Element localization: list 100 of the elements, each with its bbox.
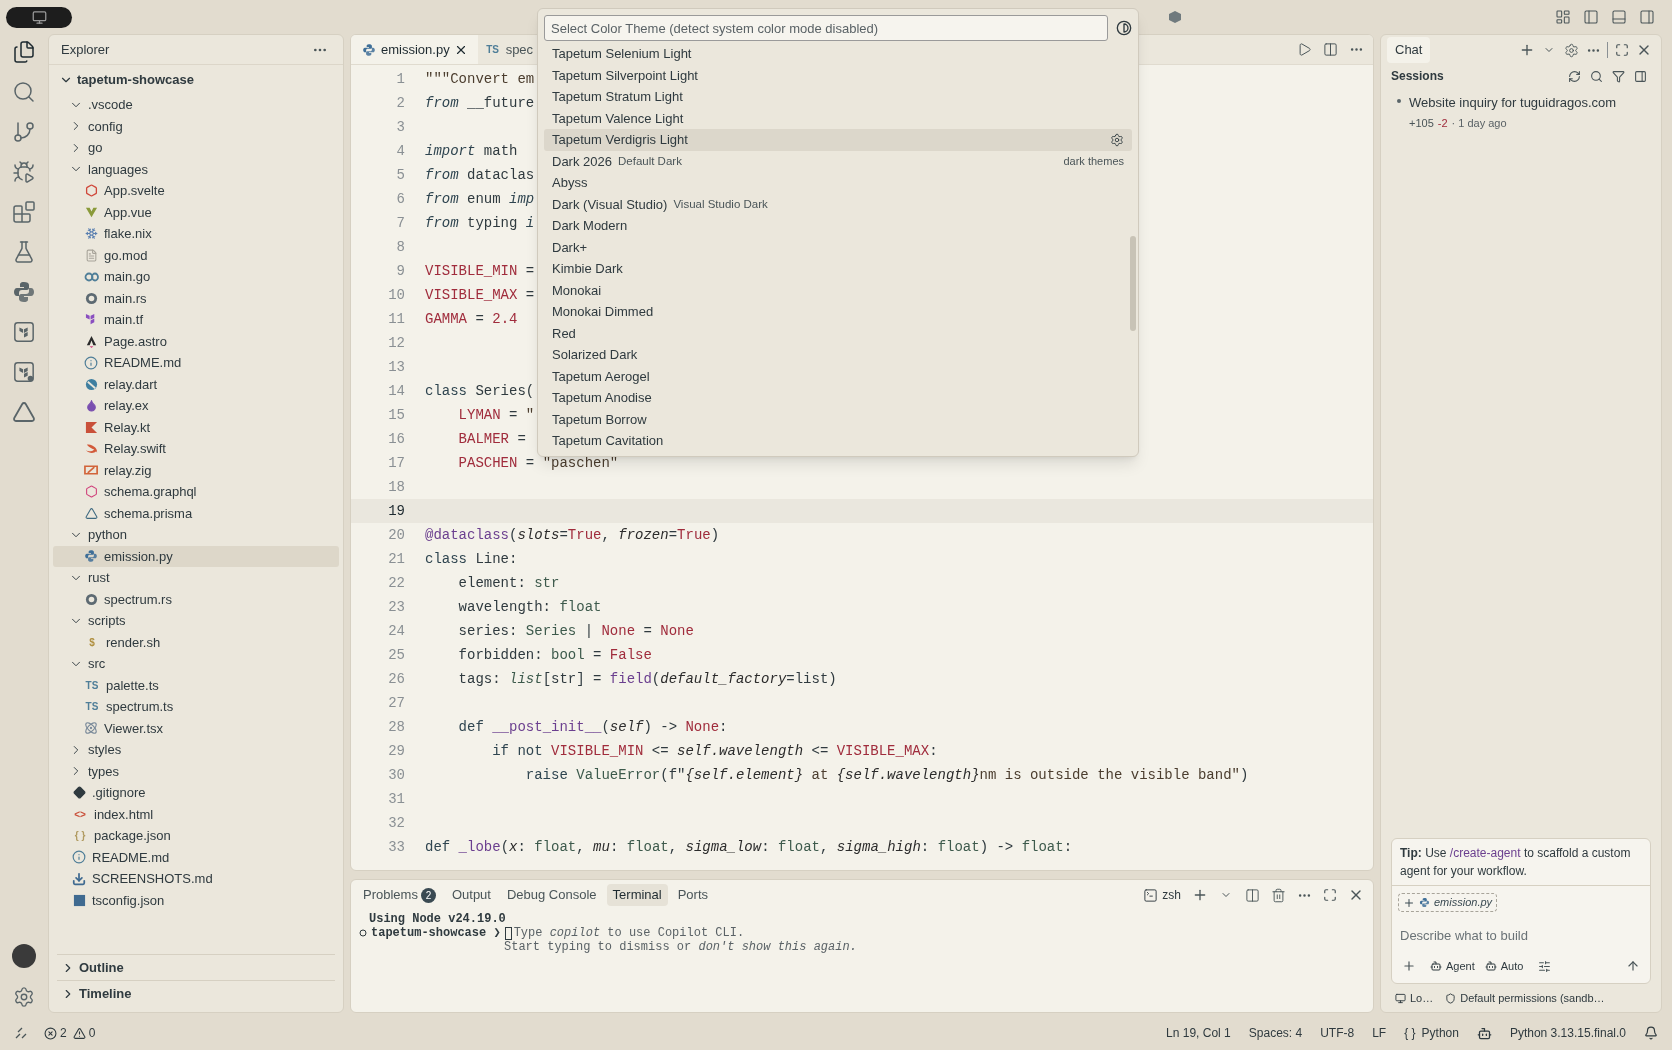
terminal-profile-button[interactable]: zsh — [1139, 886, 1185, 904]
panel-tab[interactable]: Debug Console — [500, 884, 603, 906]
search-button[interactable] — [12, 80, 36, 104]
language-mode[interactable]: { } Python — [1404, 1024, 1459, 1042]
session-item[interactable]: Website inquiry for tuguidragos.com +105 -2 · 1 day ago — [1381, 87, 1661, 131]
file-row[interactable]: $ render.sh — [53, 631, 339, 653]
file-row[interactable]: SCREENSHOTS.md — [53, 868, 339, 890]
folder-row[interactable]: .vscode — [53, 94, 339, 116]
folder-row[interactable]: config — [53, 115, 339, 137]
problems-status[interactable]: 2 0 — [44, 1024, 96, 1042]
section-header[interactable]: Timeline — [57, 980, 335, 1006]
folder-row[interactable]: python — [53, 524, 339, 546]
editor-tab[interactable]: emission.py — [351, 35, 478, 64]
triangle-button[interactable] — [12, 400, 36, 424]
theme-option[interactable]: Solarized Dark — [544, 344, 1132, 366]
file-row[interactable]: relay.ex — [53, 395, 339, 417]
file-row[interactable]: README.md — [53, 846, 339, 868]
snake-logo-button[interactable] — [12, 280, 36, 304]
file-row[interactable]: App.vue — [53, 201, 339, 223]
file-row[interactable]: Page.astro — [53, 330, 339, 352]
terraform-cloud-button[interactable] — [12, 360, 36, 384]
location-picker[interactable]: Lo… — [1395, 989, 1434, 1007]
blocks-button[interactable] — [12, 200, 36, 224]
workspace-root-row[interactable]: tapetum-showcase — [49, 69, 343, 91]
copilot-icon[interactable] — [1476, 1025, 1492, 1041]
folder-row[interactable]: go — [53, 137, 339, 159]
theme-option[interactable]: Dark 2026 Default Dark dark themes — [544, 150, 1132, 172]
file-row[interactable]: Relay.kt — [53, 416, 339, 438]
file-row[interactable]: TS spectrum.ts — [53, 696, 339, 718]
theme-option[interactable]: Tapetum Silverpoint Light — [544, 64, 1132, 86]
theme-search-field[interactable]: Select Color Theme (detect system color mode disabled) — [544, 15, 1108, 41]
remote-button[interactable] — [6, 6, 72, 28]
theme-option[interactable]: Tapetum Cavitation — [544, 430, 1132, 452]
panel-tab[interactable]: Output — [445, 884, 497, 906]
file-row[interactable]: Viewer.tsx — [53, 717, 339, 739]
section-header[interactable]: Outline — [57, 954, 335, 980]
chat-tab[interactable]: Chat — [1387, 37, 1431, 63]
theme-option[interactable]: Dark (Visual Studio) Visual Studio Dark — [544, 193, 1132, 215]
file-row[interactable]: emission.py — [53, 545, 339, 567]
theme-option[interactable]: Monokai — [544, 279, 1132, 301]
theme-option[interactable]: Dark+ — [544, 236, 1132, 258]
terraform-button[interactable] — [12, 320, 36, 344]
flask-button[interactable] — [12, 240, 36, 264]
file-row[interactable]: <> index.html — [53, 803, 339, 825]
contrast-icon[interactable] — [1116, 20, 1132, 36]
permissions-picker[interactable]: Default permissions (sandb… — [1445, 989, 1605, 1007]
interpreter-status[interactable]: Python 3.13.15.final.0 — [1509, 1024, 1626, 1042]
theme-option[interactable]: Tapetum Selenium Light — [544, 43, 1132, 65]
folder-row[interactable]: languages — [53, 158, 339, 180]
file-row[interactable]: .gitignore — [53, 782, 339, 804]
panel-tab[interactable]: Problems 2 — [357, 884, 442, 906]
file-row[interactable]: { } package.json — [53, 825, 339, 847]
bug-play-button[interactable] — [12, 160, 36, 184]
theme-option[interactable]: Tapetum Borrow — [544, 408, 1132, 430]
branch-button[interactable] — [12, 120, 36, 144]
remote-icon[interactable] — [14, 1026, 28, 1040]
panel-tab[interactable]: Ports — [671, 884, 715, 906]
cursor-position[interactable]: Ln 19, Col 1 — [1166, 1024, 1231, 1042]
file-row[interactable]: README.md — [53, 352, 339, 374]
theme-option[interactable]: Red — [544, 322, 1132, 344]
folder-row[interactable]: styles — [53, 739, 339, 761]
indentation-status[interactable]: Spaces: 4 — [1248, 1024, 1303, 1042]
folder-row[interactable]: scripts — [53, 610, 339, 632]
theme-option[interactable]: Tapetum Valence Light — [544, 107, 1132, 129]
folder-row[interactable]: rust — [53, 567, 339, 589]
file-row[interactable]: relay.dart — [53, 373, 339, 395]
encoding-status[interactable]: UTF-8 — [1320, 1024, 1355, 1042]
file-row[interactable]: schema.prisma — [53, 502, 339, 524]
scrollbar-thumb[interactable] — [1130, 236, 1136, 331]
theme-option[interactable]: Tapetum Verdigris Light — [544, 129, 1132, 151]
theme-option[interactable]: Tapetum Stratum Light — [544, 86, 1132, 108]
theme-option[interactable]: Monokai Dimmed — [544, 301, 1132, 323]
file-row[interactable]: relay.zig — [53, 459, 339, 481]
folder-row[interactable]: types — [53, 760, 339, 782]
theme-option[interactable]: Dark Modern — [544, 215, 1132, 237]
folder-row[interactable]: src — [53, 653, 339, 675]
theme-option[interactable]: Tapetum Aerogel — [544, 365, 1132, 387]
files-button[interactable] — [12, 40, 36, 64]
command-link[interactable]: /create-agent — [1449, 845, 1521, 860]
file-attachment-chip[interactable]: emission.py — [1398, 893, 1498, 912]
account-avatar[interactable] — [12, 944, 36, 968]
file-row[interactable]: main.rs — [53, 287, 339, 309]
settings-icon[interactable] — [1110, 132, 1124, 147]
file-row[interactable]: tsconfig.json — [53, 889, 339, 911]
theme-option[interactable]: Abyss — [544, 172, 1132, 194]
editor-tab[interactable]: TS spec — [477, 35, 534, 64]
file-row[interactable]: spectrum.rs — [53, 588, 339, 610]
panel-tab[interactable]: Terminal — [606, 884, 668, 906]
bell-icon[interactable] — [1644, 1026, 1658, 1040]
theme-option[interactable]: Tapetum Anodise — [544, 387, 1132, 409]
file-row[interactable]: main.tf — [53, 309, 339, 331]
model-picker[interactable]: Auto — [1484, 957, 1524, 975]
mode-picker[interactable]: Agent — [1430, 957, 1475, 975]
theme-option[interactable]: Kimbie Dark — [544, 258, 1132, 280]
line-ending-status[interactable]: LF — [1372, 1024, 1387, 1042]
file-row[interactable]: schema.graphql — [53, 481, 339, 503]
file-row[interactable]: main.go — [53, 266, 339, 288]
file-row[interactable]: TS palette.ts — [53, 674, 339, 696]
settings-icon[interactable] — [13, 986, 35, 1008]
chat-input-field[interactable]: Describe what to build — [1398, 925, 1644, 945]
